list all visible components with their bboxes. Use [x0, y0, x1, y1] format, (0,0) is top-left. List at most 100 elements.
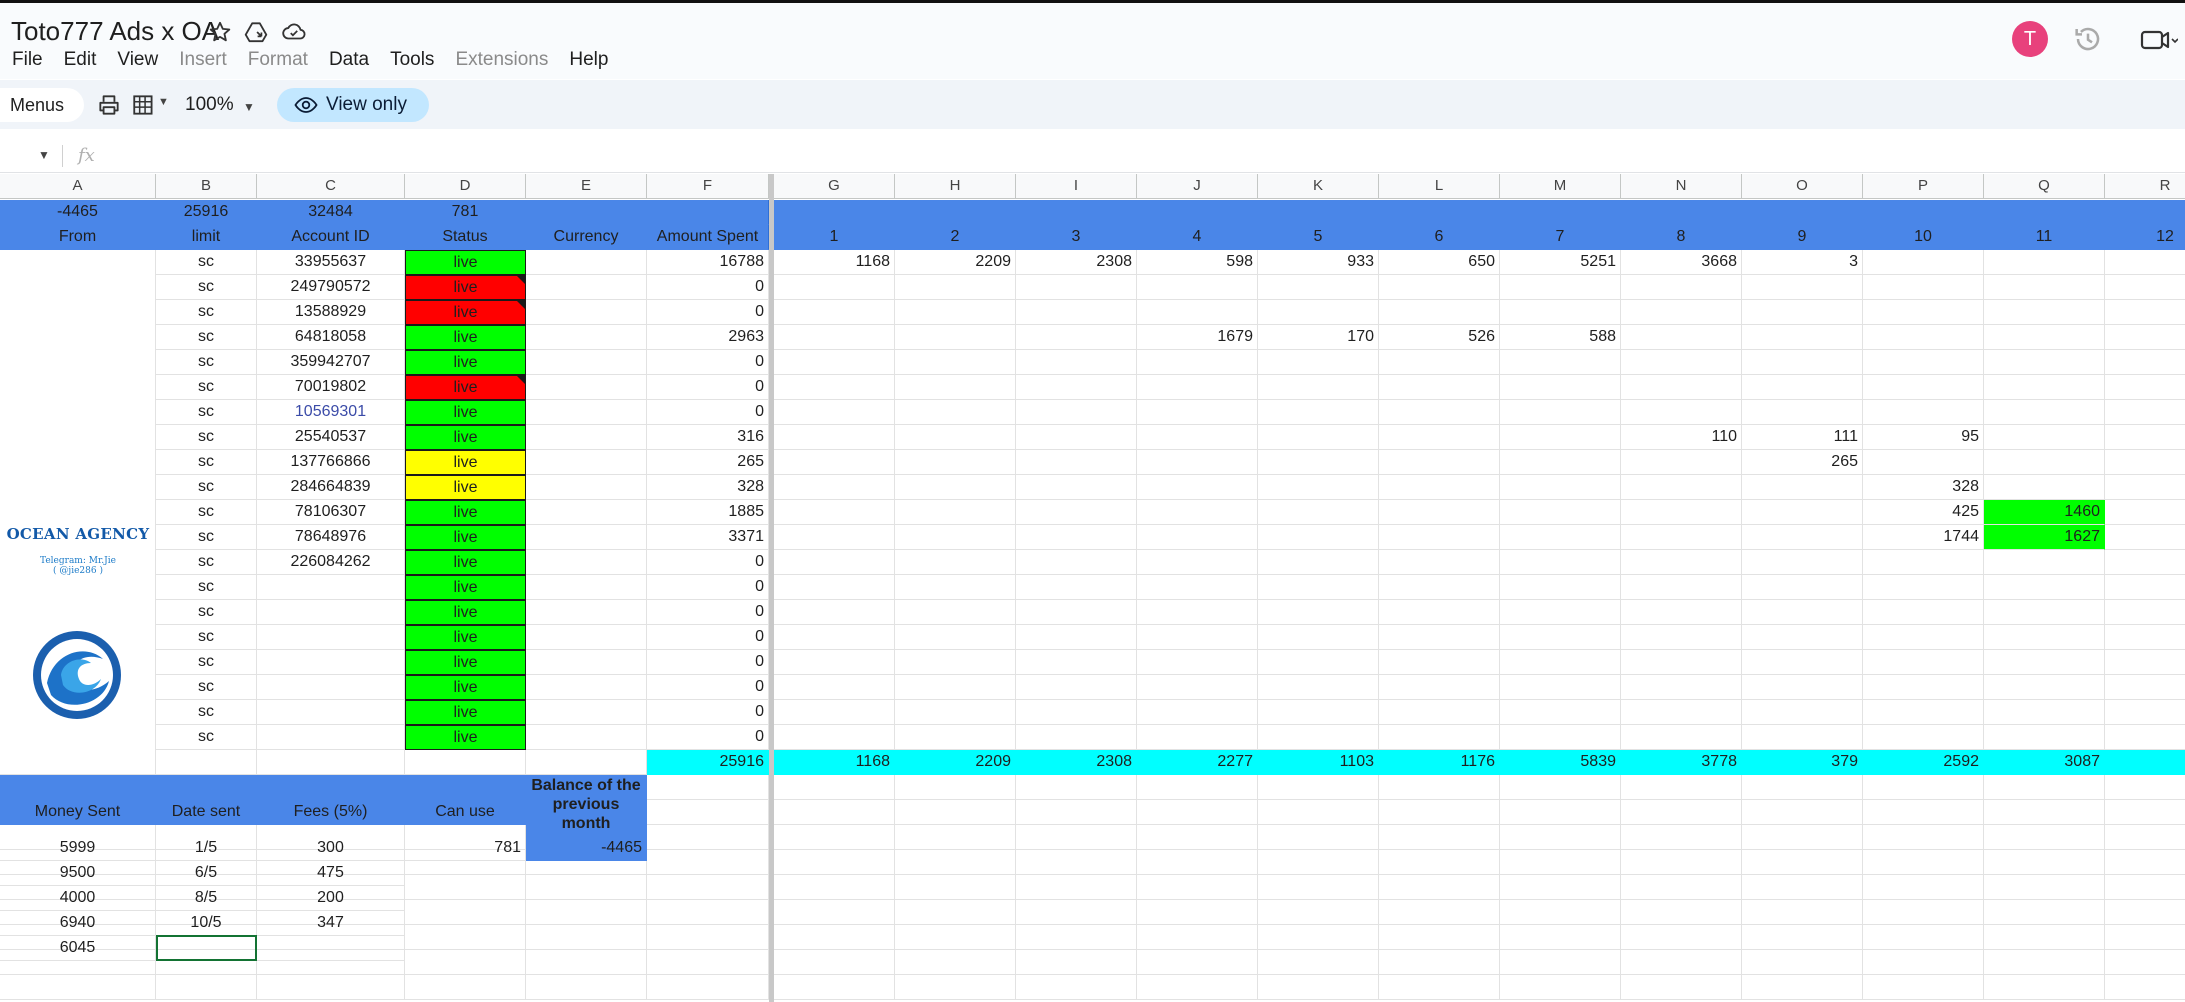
grid-cell[interactable] — [526, 900, 647, 925]
grid-cell[interactable] — [1863, 450, 1984, 475]
grid-cell[interactable] — [2105, 950, 2185, 975]
column-header-B[interactable]: B — [156, 174, 257, 199]
totals-O[interactable] — [1742, 200, 1863, 225]
grid-cell[interactable] — [1500, 400, 1621, 425]
status-badge[interactable]: live — [405, 700, 526, 725]
grid-cell[interactable] — [1984, 600, 2105, 625]
grid-cell[interactable] — [526, 725, 647, 750]
grid-cell[interactable] — [1379, 575, 1500, 600]
account-id[interactable]: 10569301 — [257, 400, 405, 425]
amount-spent[interactable]: 0 — [647, 675, 769, 700]
header-day-10[interactable]: 10 — [1863, 225, 1984, 250]
totals-P[interactable] — [1863, 200, 1984, 225]
daily-spend-N[interactable]: 110 — [1621, 425, 1742, 450]
status-badge[interactable]: live — [405, 650, 526, 675]
grid-cell[interactable] — [1621, 475, 1742, 500]
grid-cell[interactable] — [1863, 725, 1984, 750]
grid-cell[interactable] — [526, 300, 647, 325]
grid-cell[interactable] — [1621, 525, 1742, 550]
grid-cell[interactable] — [1742, 875, 1863, 900]
grid-cell[interactable] — [1379, 825, 1500, 850]
grid-cell[interactable] — [1258, 575, 1379, 600]
grid-cell[interactable] — [526, 500, 647, 525]
menu-data[interactable]: Data — [317, 43, 378, 77]
grid-cell[interactable] — [1621, 650, 1742, 675]
grid-cell[interactable] — [526, 925, 647, 950]
account-id[interactable] — [257, 575, 405, 600]
grid-cell[interactable] — [2105, 525, 2185, 550]
daily-spend-H[interactable]: 2209 — [895, 250, 1016, 275]
grid-cell[interactable] — [1137, 500, 1258, 525]
grid-cell[interactable] — [895, 300, 1016, 325]
grid-cell[interactable] — [1379, 975, 1500, 1000]
grid-cell[interactable] — [1258, 725, 1379, 750]
grid-cell[interactable] — [1137, 300, 1258, 325]
status-badge[interactable]: live — [405, 525, 526, 550]
grid-cell[interactable] — [0, 975, 156, 1000]
grid-cell[interactable] — [774, 325, 895, 350]
grid-cell[interactable] — [1863, 600, 1984, 625]
menu-edit[interactable]: Edit — [52, 43, 106, 77]
grid-cell[interactable] — [1984, 850, 2105, 875]
grid-cell[interactable] — [1137, 650, 1258, 675]
spend-total-M[interactable]: 5839 — [1500, 750, 1621, 775]
grid-cell[interactable] — [1258, 675, 1379, 700]
totals-R[interactable] — [2105, 200, 2185, 225]
grid-cell[interactable] — [1016, 575, 1137, 600]
grid-cell[interactable] — [1984, 950, 2105, 975]
grid-cell[interactable] — [1984, 725, 2105, 750]
grid-cell[interactable] — [2105, 725, 2185, 750]
grid-cell[interactable] — [647, 950, 769, 975]
grid-cell[interactable] — [1621, 975, 1742, 1000]
grid-cell[interactable] — [2105, 475, 2185, 500]
grid-cell[interactable] — [2105, 775, 2185, 800]
grid-cell[interactable] — [1984, 700, 2105, 725]
version-history-icon[interactable] — [2072, 23, 2104, 55]
grid-cell[interactable] — [774, 375, 895, 400]
totals-F[interactable] — [647, 200, 769, 225]
header-C[interactable]: Account ID — [257, 225, 405, 250]
amount-spent[interactable]: 16788 — [647, 250, 769, 275]
grid-cell[interactable] — [1742, 825, 1863, 850]
header-day-5[interactable]: 5 — [1258, 225, 1379, 250]
name-box-chevron-down-icon[interactable]: ▼ — [38, 148, 50, 162]
amount-spent[interactable]: 265 — [647, 450, 769, 475]
grid-cell[interactable] — [1500, 500, 1621, 525]
grid-cell[interactable] — [1500, 650, 1621, 675]
grid-cell[interactable] — [526, 325, 647, 350]
account-limit[interactable]: sc — [156, 600, 257, 625]
grid-cell[interactable] — [774, 425, 895, 450]
grid-cell[interactable] — [526, 450, 647, 475]
cloud-saved-icon[interactable] — [281, 19, 307, 45]
amount-spent[interactable]: 3371 — [647, 525, 769, 550]
header-day-7[interactable]: 7 — [1500, 225, 1621, 250]
grid-cell[interactable] — [1016, 525, 1137, 550]
payments-header-B[interactable]: Date sent — [156, 775, 257, 825]
grid-cell[interactable] — [2105, 300, 2185, 325]
grid-cell[interactable] — [1621, 875, 1742, 900]
grid-cell[interactable] — [1137, 350, 1258, 375]
grid-cell[interactable] — [1863, 675, 1984, 700]
grid-cell[interactable] — [405, 925, 526, 950]
grid-cell[interactable] — [526, 675, 647, 700]
grid-cell[interactable] — [1016, 875, 1137, 900]
menu-help[interactable]: Help — [557, 43, 617, 77]
header-D[interactable]: Status — [405, 225, 526, 250]
grid-cell[interactable] — [1500, 900, 1621, 925]
amount-spent[interactable]: 0 — [647, 650, 769, 675]
header-day-9[interactable]: 9 — [1742, 225, 1863, 250]
grid-cell[interactable] — [1016, 625, 1137, 650]
daily-spend-M[interactable]: 588 — [1500, 325, 1621, 350]
column-header-F[interactable]: F — [647, 174, 769, 199]
grid-cell[interactable] — [1863, 850, 1984, 875]
amount-spent[interactable]: 0 — [647, 700, 769, 725]
grid-cell[interactable] — [1137, 400, 1258, 425]
grid-cell[interactable] — [1379, 500, 1500, 525]
daily-spend-L[interactable]: 650 — [1379, 250, 1500, 275]
status-badge[interactable]: live — [405, 425, 526, 450]
star-icon[interactable] — [207, 19, 233, 45]
column-header-M[interactable]: M — [1500, 174, 1621, 199]
grid-cell[interactable] — [1621, 725, 1742, 750]
grid-cell[interactable] — [526, 250, 647, 275]
grid-cell[interactable] — [1742, 775, 1863, 800]
